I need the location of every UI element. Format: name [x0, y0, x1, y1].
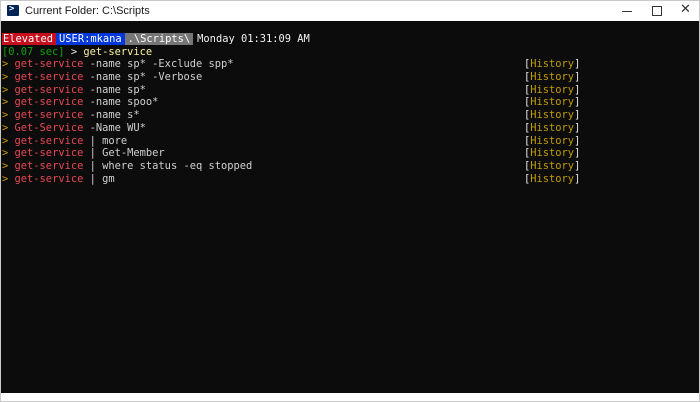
history-command: Get-Service — [14, 121, 84, 134]
command-line[interactable]: [0.07 sec] > get-service — [1, 46, 699, 59]
history-marker: > — [2, 172, 9, 185]
history-marker: > — [2, 121, 9, 134]
history-close-bracket: ] — [574, 121, 581, 134]
history-label: History — [530, 58, 575, 71]
close-button[interactable]: ✕ — [671, 1, 699, 21]
close-icon: ✕ — [680, 2, 691, 17]
history-close-bracket: ] — [574, 109, 581, 122]
history-command: get-service — [14, 109, 84, 122]
history-tag: [History] — [524, 135, 580, 148]
history-args: -name spoo* — [83, 96, 159, 109]
history-label: History — [530, 172, 575, 185]
console-output[interactable]: Elevated USER:mkana .\Scripts\ Monday 01:31… — [1, 21, 699, 393]
maximize-icon — [652, 6, 662, 16]
datetime-text: Monday 01:31:09 AM — [197, 33, 310, 45]
history-marker: > — [2, 147, 9, 160]
powershell-icon[interactable]: > — [7, 4, 19, 16]
history-item[interactable]: > get-service -name spoo* [History] — [1, 96, 699, 109]
history-item[interactable]: > get-service | where status -eq stopped… — [1, 160, 699, 173]
history-command: get-service — [14, 172, 84, 185]
history-marker: > — [2, 58, 9, 71]
history-command: get-service — [14, 83, 84, 96]
user-badge: USER:mkana — [56, 33, 125, 45]
history-command: get-service — [14, 134, 84, 147]
history-suggestions-list: > get-service -name sp* -Exclude spp* [Hi… — [1, 58, 699, 185]
history-command: get-service — [14, 71, 84, 84]
window-title: Current Folder: C:\Scripts — [25, 5, 150, 17]
history-close-bracket: ] — [574, 96, 581, 109]
history-item[interactable]: > get-service -name sp* [History] — [1, 84, 699, 97]
history-marker: > — [2, 159, 9, 172]
history-args: | more — [83, 134, 128, 147]
history-close-bracket: ] — [574, 147, 581, 160]
prompt-arrow: > — [70, 45, 78, 58]
history-close-bracket: ] — [574, 159, 581, 172]
history-args: -name s* — [83, 109, 140, 122]
history-item[interactable]: > get-service -name sp* -Exclude spp* [Hi… — [1, 58, 699, 71]
history-tag: [History] — [524, 160, 580, 173]
history-args: | gm — [83, 172, 115, 185]
history-label: History — [530, 96, 575, 109]
minimize-button[interactable] — [613, 1, 641, 21]
folder-badge: .\Scripts\ — [124, 33, 194, 45]
current-command[interactable]: get-service — [83, 46, 152, 58]
history-close-bracket: ] — [574, 134, 581, 147]
history-tag: [History] — [524, 147, 580, 160]
history-marker: > — [2, 71, 9, 84]
elevated-badge: Elevated — [2, 33, 57, 45]
history-args: -Name WU* — [83, 121, 146, 134]
history-command: get-service — [14, 96, 84, 109]
history-close-bracket: ] — [574, 172, 581, 185]
history-label: History — [530, 83, 575, 96]
history-label: History — [530, 109, 575, 122]
history-label: History — [530, 71, 575, 84]
history-tag: [History] — [524, 84, 580, 97]
history-args: | Get-Member — [83, 147, 165, 160]
history-args: -name sp* -Exclude spp* — [83, 58, 234, 71]
history-item[interactable]: > get-service -name sp* -Verbose [History… — [1, 71, 699, 84]
history-command: get-service — [14, 147, 84, 160]
history-tag: [History] — [524, 96, 580, 109]
history-marker: > — [2, 134, 9, 147]
history-item[interactable]: > get-service | gm [History] — [1, 173, 699, 186]
history-tag: [History] — [524, 109, 580, 122]
elapsed-time: [0.07 sec] — [2, 45, 65, 58]
history-close-bracket: ] — [574, 58, 581, 71]
history-marker: > — [2, 109, 9, 122]
history-args: | where status -eq stopped — [83, 159, 253, 172]
history-tag: [History] — [524, 122, 580, 135]
history-close-bracket: ] — [574, 83, 581, 96]
minimize-icon — [622, 11, 632, 12]
terminal-window: > Current Folder: C:\Scripts ✕ Elevated U… — [0, 0, 700, 402]
history-label: History — [530, 134, 575, 147]
history-tag: [History] — [524, 71, 580, 84]
history-args: -name sp* — [83, 83, 146, 96]
maximize-button[interactable] — [643, 1, 671, 21]
history-tag: [History] — [524, 173, 580, 186]
history-item[interactable]: > get-service -name s* [History] — [1, 109, 699, 122]
history-marker: > — [2, 96, 9, 109]
title-bar[interactable]: > Current Folder: C:\Scripts ✕ — [1, 1, 699, 21]
history-label: History — [530, 121, 575, 134]
history-item[interactable]: > get-service | more [History] — [1, 135, 699, 148]
history-close-bracket: ] — [574, 71, 581, 84]
history-args: -name sp* -Verbose — [83, 71, 203, 84]
history-item[interactable]: > get-service | Get-Member [History] — [1, 147, 699, 160]
prompt-line: Elevated USER:mkana .\Scripts\ Monday 01:31… — [1, 33, 699, 46]
history-item[interactable]: > Get-Service -Name WU* [History] — [1, 122, 699, 135]
history-marker: > — [2, 83, 9, 96]
history-tag: [History] — [524, 58, 580, 71]
history-command: get-service — [14, 58, 84, 71]
history-label: History — [530, 159, 575, 172]
history-command: get-service — [14, 159, 84, 172]
window-bottom-border — [1, 393, 699, 401]
history-label: History — [530, 147, 575, 160]
